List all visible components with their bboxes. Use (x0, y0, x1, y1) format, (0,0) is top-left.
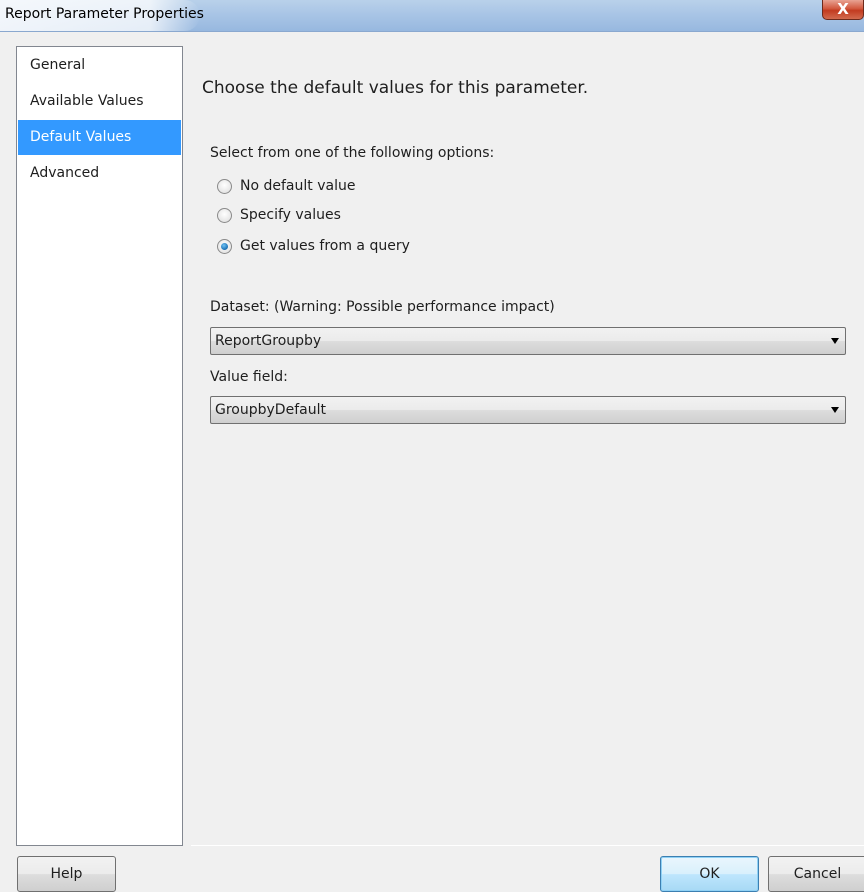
sidebar-item-default-values[interactable]: Default Values (18, 120, 181, 155)
radio-option-no-default[interactable]: No default value (217, 176, 355, 196)
title-bar[interactable]: Report Parameter Properties X (0, 0, 864, 32)
chevron-down-icon (831, 338, 839, 344)
sidebar-item-general[interactable]: General (18, 48, 181, 83)
ok-button[interactable]: OK (660, 856, 759, 892)
radio-option-query[interactable]: Get values from a query (217, 236, 410, 256)
options-label: Select from one of the following options… (210, 145, 495, 161)
sidebar-item-label: General (30, 57, 86, 73)
value-field-selected-value: GroupbyDefault (215, 402, 326, 418)
close-icon: X (837, 0, 849, 18)
radio-label: No default value (240, 178, 356, 194)
dataset-dropdown[interactable]: ReportGroupby (210, 327, 846, 355)
radio-label: Specify values (240, 207, 341, 223)
dataset-label: Dataset: (Warning: Possible performance … (210, 299, 555, 315)
radio-label: Get values from a query (240, 238, 410, 254)
radio-option-specify-values[interactable]: Specify values (217, 205, 341, 225)
dataset-selected-value: ReportGroupby (215, 333, 322, 349)
value-field-dropdown[interactable]: GroupbyDefault (210, 396, 846, 424)
sidebar-item-advanced[interactable]: Advanced (18, 156, 181, 191)
value-field-label: Value field: (210, 369, 288, 385)
footer-separator (191, 845, 864, 846)
sidebar-nav: General Available Values Default Values … (16, 46, 183, 846)
sidebar-item-available-values[interactable]: Available Values (18, 84, 181, 119)
chevron-down-icon (831, 407, 839, 413)
sidebar-item-label: Advanced (30, 165, 100, 181)
close-button[interactable]: X (822, 0, 864, 20)
radio-button[interactable] (217, 207, 232, 223)
radio-button[interactable] (217, 178, 232, 194)
sidebar-item-label: Available Values (30, 93, 144, 109)
radio-button-checked[interactable] (217, 238, 232, 254)
page-heading: Choose the default values for this param… (202, 78, 589, 98)
window-title: Report Parameter Properties (5, 6, 204, 22)
help-button[interactable]: Help (17, 856, 116, 892)
sidebar-item-label: Default Values (30, 129, 132, 145)
cancel-button[interactable]: Cancel (768, 856, 864, 892)
